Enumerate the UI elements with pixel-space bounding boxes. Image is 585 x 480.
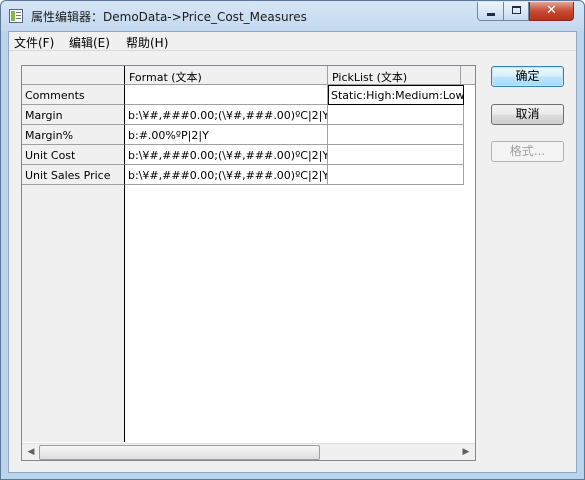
window-title: 属性编辑器：DemoData->Price_Cost_Measures: [31, 10, 307, 24]
close-button[interactable]: ✕: [529, 2, 574, 21]
cell-picklist[interactable]: Static:High:Medium:Low: [328, 85, 464, 105]
app-icon: [9, 9, 23, 23]
scroll-left-icon[interactable]: ◀: [23, 446, 39, 459]
row-header[interactable]: Unit Cost: [22, 145, 125, 165]
close-icon: ✕: [546, 3, 557, 18]
maximize-button[interactable]: [503, 2, 529, 21]
minimize-button[interactable]: [477, 2, 504, 21]
row-header[interactable]: Margin: [22, 105, 125, 125]
ok-button[interactable]: 确定: [491, 66, 564, 87]
property-grid: Format (文本) PickList (文本) Comments Stati…: [21, 65, 476, 461]
row-header[interactable]: Margin%: [22, 125, 125, 145]
row-header[interactable]: Unit Sales Price: [22, 165, 125, 185]
property-editor-window: 属性编辑器：DemoData->Price_Cost_Measures ✕ 文件…: [0, 0, 585, 480]
client-area: 文件(F) 编辑(E) 帮助(H) Format (文本) PickList (…: [8, 31, 577, 473]
menu-bar: 文件(F) 编辑(E) 帮助(H): [9, 32, 576, 51]
grid-corner-header: [22, 66, 125, 85]
cell-format[interactable]: b:\¥#,###0.00;(\¥#,###.00)ºC|2|Y|¥: [125, 145, 328, 165]
column-header-picklist[interactable]: PickList (文本): [328, 66, 464, 85]
cell-picklist[interactable]: [328, 165, 464, 185]
scroll-thumb[interactable]: [39, 445, 320, 460]
menu-edit[interactable]: 编辑(E): [67, 34, 112, 51]
cell-format[interactable]: b:\¥#,###0.00;(\¥#,###.00)ºC|2|Y|¥: [125, 165, 328, 185]
cell-format[interactable]: b:#.00%ºP|2|Y: [125, 125, 328, 145]
row-header[interactable]: Comments: [22, 85, 125, 105]
cell-format[interactable]: b:\¥#,###0.00;(\¥#,###.00)ºC|2|Y|¥: [125, 105, 328, 125]
horizontal-scrollbar[interactable]: ◀ ▶: [22, 443, 475, 460]
maximize-icon: [512, 6, 521, 14]
column-header-format[interactable]: Format (文本): [125, 66, 328, 85]
cancel-button[interactable]: 取消: [491, 104, 564, 125]
scroll-right-icon[interactable]: ▶: [458, 446, 474, 459]
cell-picklist[interactable]: [328, 105, 464, 125]
title-bar[interactable]: 属性编辑器：DemoData->Price_Cost_Measures ✕: [1, 1, 584, 31]
vertical-scroll-corner: [460, 66, 475, 85]
cell-picklist[interactable]: [328, 125, 464, 145]
cell-format[interactable]: [125, 85, 328, 105]
menu-help[interactable]: 帮助(H): [124, 34, 170, 51]
minimize-icon: [487, 13, 495, 16]
menu-file[interactable]: 文件(F): [12, 34, 56, 51]
grid-header-row: Format (文本) PickList (文本): [22, 66, 475, 85]
format-button[interactable]: 格式...: [491, 141, 564, 162]
cell-picklist[interactable]: [328, 145, 464, 165]
